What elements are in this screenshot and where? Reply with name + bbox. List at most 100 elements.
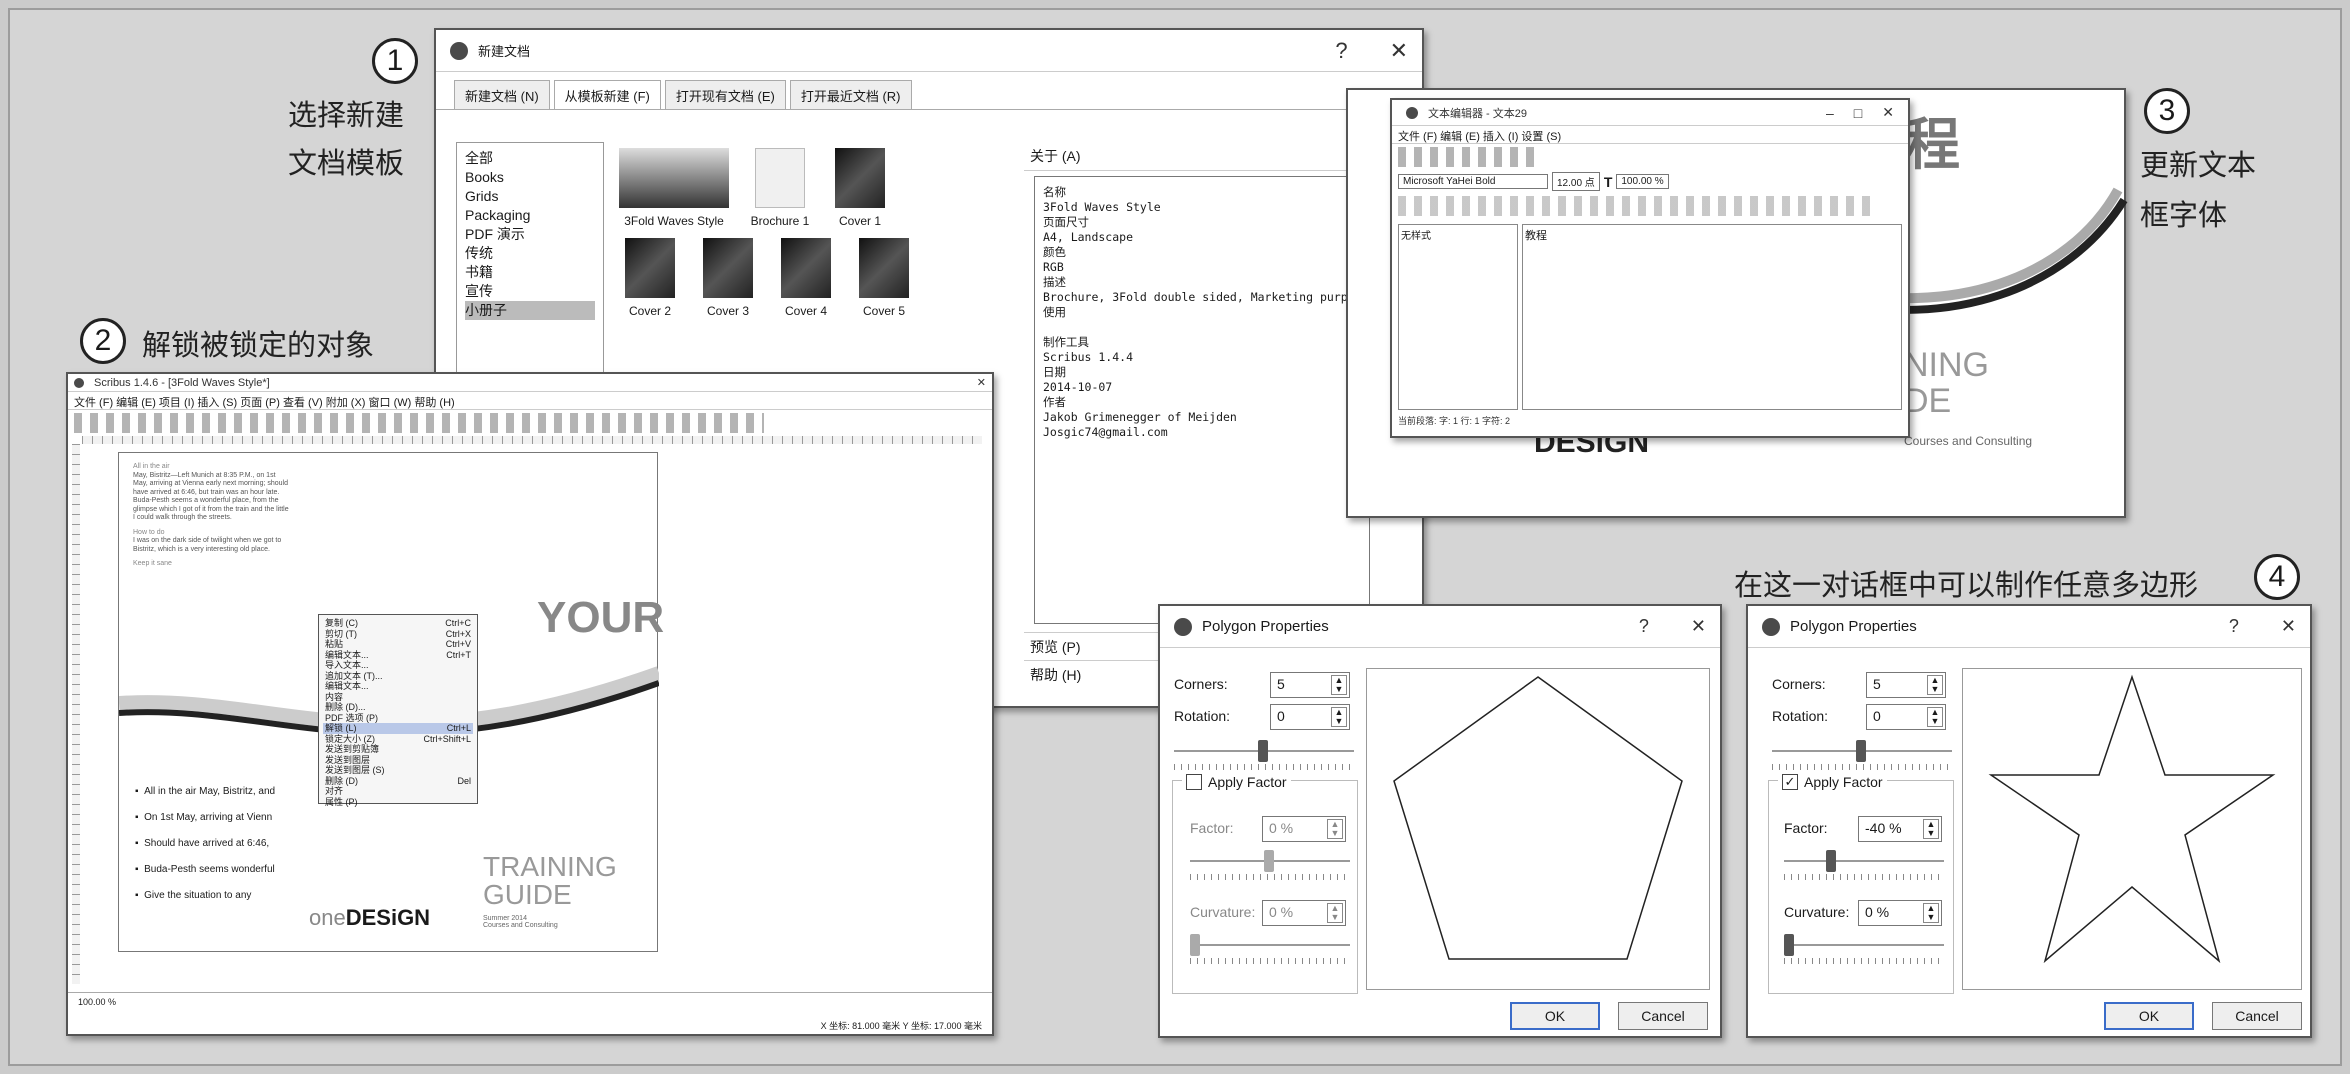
apply-factor-checkbox[interactable]: Apply Factor <box>1182 774 1291 790</box>
about-header[interactable]: 关于 (A) <box>1024 142 1380 171</box>
scale-field[interactable]: 100.00 % <box>1616 174 1669 189</box>
template-preview-image <box>835 148 885 208</box>
cancel-button[interactable]: Cancel <box>2212 1002 2302 1030</box>
slider-handle[interactable] <box>1826 850 1836 872</box>
minimize-icon[interactable]: – <box>1826 105 1834 121</box>
category-item[interactable]: 宣传 <box>465 282 595 301</box>
spin-arrows-icon[interactable]: ▲ ▼ <box>1327 903 1343 923</box>
template-thumb[interactable]: Cover 2 <box>614 238 686 318</box>
story-editor-menubar[interactable]: 文件 (F) 编辑 (E) 插入 (I) 设置 (S) <box>1392 126 1908 144</box>
ok-button[interactable]: OK <box>2104 1002 2194 1030</box>
curvature-spinbox[interactable]: 0 % ▲ ▼ <box>1262 900 1346 926</box>
rotation-slider[interactable] <box>1772 740 1952 762</box>
category-item[interactable]: 书籍 <box>465 263 595 282</box>
rotation-slider[interactable] <box>1174 740 1354 762</box>
spin-arrows-icon[interactable]: ▲ ▼ <box>1923 819 1939 839</box>
category-item-selected[interactable]: 小册子 <box>465 301 595 320</box>
template-thumb[interactable]: Cover 1 <box>824 148 896 228</box>
help-button[interactable]: ? <box>1335 38 1347 64</box>
template-thumb[interactable]: Cover 4 <box>770 238 842 318</box>
rotation-spinbox[interactable]: 0 ▲ ▼ <box>1866 704 1946 730</box>
category-item[interactable]: PDF 演示 <box>465 225 595 244</box>
slider-handle[interactable] <box>1264 850 1274 872</box>
spin-arrows-icon[interactable]: ▲ ▼ <box>1331 675 1347 695</box>
slider-handle[interactable] <box>1258 740 1268 762</box>
close-icon[interactable]: ✕ <box>2281 616 2296 637</box>
context-menu-item[interactable]: 删除 (D)... <box>323 702 473 713</box>
rotation-spinbox[interactable]: 0 ▲ ▼ <box>1270 704 1350 730</box>
app-icon <box>74 377 84 388</box>
context-menu-item[interactable]: 剪切 (T) Ctrl+X <box>323 629 473 640</box>
apply-factor-checkbox[interactable]: ✓ Apply Factor <box>1778 774 1887 790</box>
spin-arrows-icon[interactable]: ▲ ▼ <box>1327 819 1343 839</box>
font-size-field[interactable]: 12.00 点 <box>1552 172 1600 191</box>
context-menu-item[interactable]: 编辑文本... <box>323 681 473 692</box>
close-icon[interactable]: ✕ <box>977 376 986 389</box>
context-menu-item[interactable]: 锁定大小 (Z) Ctrl+Shift+L <box>323 734 473 745</box>
close-icon[interactable]: ✕ <box>1390 38 1408 64</box>
spin-arrows-icon[interactable]: ▲ ▼ <box>1331 707 1347 727</box>
context-menu-item[interactable]: 编辑文本... Ctrl+T <box>323 650 473 661</box>
zoom-field[interactable]: 100.00 % <box>78 997 116 1032</box>
factor-spinbox[interactable]: 0 % ▲ ▼ <box>1262 816 1346 842</box>
slider-handle[interactable] <box>1856 740 1866 762</box>
category-item[interactable]: Books <box>465 168 595 187</box>
template-thumb[interactable]: Cover 3 <box>692 238 764 318</box>
spin-arrows-icon[interactable]: ▲ ▼ <box>1927 707 1943 727</box>
close-icon[interactable]: ✕ <box>1691 616 1706 637</box>
factor-slider[interactable] <box>1784 850 1944 872</box>
tab-from-template[interactable]: 从模板新建 (F) <box>553 80 661 109</box>
slider-handle[interactable] <box>1190 934 1200 956</box>
context-menu-item[interactable]: 发送到剪贴簿 <box>323 744 473 755</box>
category-item[interactable]: 全部 <box>465 149 595 168</box>
corners-spinbox[interactable]: 5 ▲ ▼ <box>1866 672 1946 698</box>
curvature-slider[interactable] <box>1190 934 1350 956</box>
context-menu-item[interactable]: 解锁 (L) Ctrl+L <box>323 723 473 734</box>
ok-button[interactable]: OK <box>1510 1002 1600 1030</box>
help-button[interactable]: ? <box>1639 616 1649 637</box>
curvature-slider[interactable] <box>1784 934 1944 956</box>
context-menu-item[interactable]: PDF 选项 (P) <box>323 713 473 724</box>
style-toolbar[interactable] <box>1398 196 1878 216</box>
context-menu-item[interactable]: 导入文本... <box>323 660 473 671</box>
spin-arrows-icon[interactable]: ▲ ▼ <box>1923 903 1939 923</box>
template-thumb[interactable]: Cover 5 <box>848 238 920 318</box>
close-icon[interactable]: ✕ <box>1882 104 1894 121</box>
checkbox-box[interactable] <box>1186 774 1202 790</box>
tab-open-existing[interactable]: 打开现有文档 (E) <box>664 80 786 109</box>
tab-new-document[interactable]: 新建文档 (N) <box>454 80 550 109</box>
template-thumb[interactable]: 3Fold Waves Style <box>614 148 734 228</box>
context-menu-item[interactable]: 发送到图层 <box>323 755 473 766</box>
context-menu-item[interactable]: 删除 (D) Del <box>323 776 473 787</box>
category-item[interactable]: Packaging <box>465 206 595 225</box>
maximize-icon[interactable]: □ <box>1854 105 1862 121</box>
category-item[interactable]: 传统 <box>465 244 595 263</box>
text-pane[interactable]: 教程 <box>1522 224 1902 410</box>
context-menu-item[interactable]: 对齐 <box>323 786 473 797</box>
slider-handle[interactable] <box>1784 934 1794 956</box>
cancel-button[interactable]: Cancel <box>1618 1002 1708 1030</box>
scribus-menubar[interactable]: 文件 (F) 编辑 (E) 项目 (I) 插入 (S) 页面 (P) 查看 (V… <box>68 392 992 410</box>
font-select[interactable]: Microsoft YaHei Bold <box>1398 174 1548 189</box>
curvature-label: Curvature: <box>1190 904 1256 920</box>
checkbox-box[interactable]: ✓ <box>1782 774 1798 790</box>
factor-slider[interactable] <box>1190 850 1350 872</box>
story-editor-toolbar[interactable] <box>1398 147 1538 167</box>
context-menu-item[interactable]: 复制 (C) Ctrl+C <box>323 618 473 629</box>
curvature-spinbox[interactable]: 0 % ▲ ▼ <box>1858 900 1942 926</box>
template-thumb[interactable]: Brochure 1 <box>740 148 820 228</box>
context-menu-item[interactable]: 发送到图层 (S) <box>323 765 473 776</box>
factor-spinbox[interactable]: -40 % ▲ ▼ <box>1858 816 1942 842</box>
step-2-caption: 解锁被锁定的对象 <box>142 330 375 362</box>
category-item[interactable]: Grids <box>465 187 595 206</box>
context-menu-item[interactable]: 追加文本 (T)... <box>323 671 473 682</box>
tab-open-recent[interactable]: 打开最近文档 (R) <box>789 80 912 109</box>
context-menu-item[interactable]: 粘贴 Ctrl+V <box>323 639 473 650</box>
context-menu-item[interactable]: 属性 (P) <box>323 797 473 808</box>
context-menu-item[interactable]: 内容 <box>323 692 473 703</box>
rotation-label: Rotation: <box>1174 708 1231 724</box>
help-button[interactable]: ? <box>2229 616 2239 637</box>
spin-arrows-icon[interactable]: ▲ ▼ <box>1927 675 1943 695</box>
scribus-toolbar[interactable] <box>74 413 764 433</box>
corners-spinbox[interactable]: 5 ▲ ▼ <box>1270 672 1350 698</box>
